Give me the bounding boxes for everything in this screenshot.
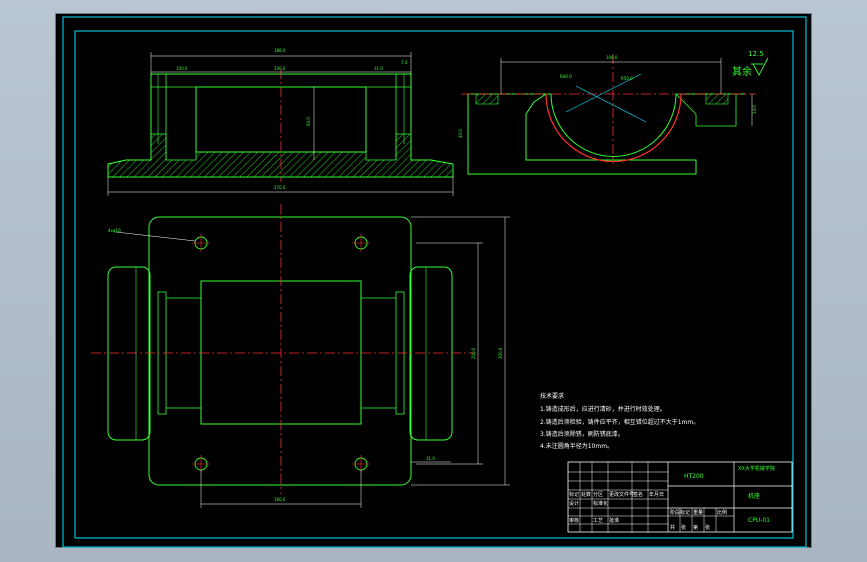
tech-requirements: 技术要求 1.铸造成形后，应进行清砂，并进行时效处理。 2.铸造后须检验，铸件应…: [540, 392, 699, 450]
dim-front-small: 7.0: [401, 60, 408, 65]
tb-drawing-no: CPU-01: [748, 517, 770, 524]
tb-design: 设计: [569, 500, 579, 507]
dim-side-r2: R50.0: [621, 76, 633, 81]
tb-label: 分区: [593, 491, 603, 498]
dim-side-r1: R40.0: [560, 74, 572, 79]
plan-view: 4xφ10 200.0 300.0 31.0 160.0: [91, 204, 510, 508]
dim-plan-bottom: 160.0: [274, 497, 286, 502]
title-block: 标记 处数 分区 更改文件号 签名 年月日 设计 标准化 审核 工艺 批准 阶段…: [567, 461, 793, 533]
tb-review: 审核: [569, 517, 579, 524]
tb-material: HT200: [684, 473, 704, 480]
cad-viewport[interactable]: 188.0 100.0 100.0 31.0 7.0 94.0 270.0 10…: [55, 13, 812, 548]
dim-front-left: 100.0: [176, 66, 188, 71]
tech-req-item: 3.铸造后须除锈，刷防锈底漆。: [540, 430, 624, 438]
dim-plan-inner: 200.0: [471, 347, 476, 359]
engineering-drawing: 188.0 100.0 100.0 31.0 7.0 94.0 270.0 10…: [62, 16, 807, 548]
tb-sheet-label: 张: [681, 524, 686, 531]
dim-side-top: 108.0: [606, 55, 618, 60]
roughness-symbol: 其余 12.5: [732, 50, 769, 78]
tb-label: 更改文件号: [609, 491, 634, 498]
tech-req-item: 4.未注圆角半径为10mm。: [540, 442, 613, 450]
front-section-view: 188.0 100.0 100.0 31.0 7.0 94.0 270.0: [107, 48, 454, 196]
svg-text:12.5: 12.5: [748, 50, 764, 58]
tb-label: 标记: [569, 491, 579, 498]
tb-label: 签名: [633, 491, 643, 498]
outer-frame: [62, 16, 807, 548]
dim-side-height: 40.0: [458, 129, 463, 138]
dim-plan-offset: 31.0: [426, 456, 435, 461]
dim-plan-hole: 4xφ10: [108, 228, 121, 233]
side-view: 108.0 R40.0 R50.0 40.0 14.0: [458, 54, 757, 175]
tech-req-item: 1.铸造成形后，应进行清砂，并进行时效处理。: [540, 405, 666, 413]
tb-stage-label: 阶段标记: [670, 509, 690, 516]
tb-sheet-label: 张: [705, 524, 710, 531]
tb-label: 年月日: [649, 491, 664, 498]
tb-process: 工艺: [593, 518, 603, 524]
dim-front-right: 31.0: [374, 66, 383, 71]
tech-req-item: 2.铸造后须检验，铸件应平齐，相互错位超过不大于1mm。: [540, 418, 699, 426]
dim-plan-outer: 300.0: [498, 347, 503, 359]
tb-scale-label: 比例: [717, 509, 727, 516]
dim-side-small: 14.0: [752, 105, 757, 114]
svg-text:其余: 其余: [732, 65, 752, 78]
tb-label: 处数: [581, 491, 591, 498]
tb-school: XX大学机械学院: [738, 465, 775, 472]
tb-approve: 批准: [609, 517, 619, 524]
tb-sheet-label: 共: [670, 524, 675, 531]
tb-part-name: 机座: [748, 492, 760, 500]
dim-front-overall: 188.0: [274, 48, 286, 53]
tb-weight-label: 重量: [693, 509, 703, 516]
tb-standard: 标准化: [593, 500, 608, 507]
dim-front-base: 270.0: [274, 185, 286, 190]
tb-sheet-label: 第: [693, 524, 698, 531]
dim-front-height: 94.0: [306, 117, 311, 126]
dim-front-mid: 100.0: [274, 66, 286, 71]
tech-req-title: 技术要求: [540, 392, 564, 400]
